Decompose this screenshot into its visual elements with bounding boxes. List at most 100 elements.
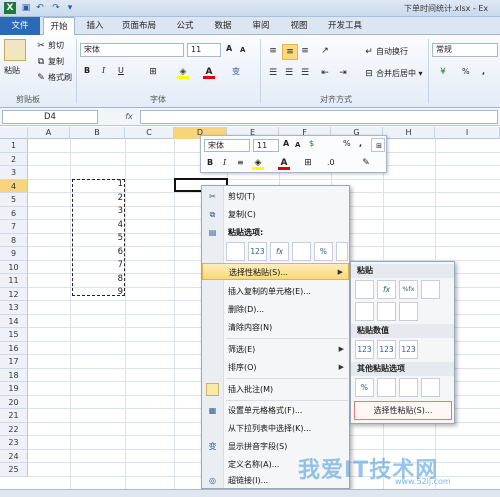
merge-center-button[interactable]: ⊟ 合并后居中 ▾ [362,67,422,81]
formula-input[interactable] [140,110,498,124]
align-right-icon[interactable]: ☰ [298,66,312,80]
menu-item-copy[interactable]: ⧉ 复制(C) [202,206,349,223]
mini-align-button[interactable]: ≡ [237,158,244,167]
row-header[interactable]: 4 [0,179,28,193]
row-header[interactable]: 10 [0,260,28,274]
increase-indent-icon[interactable]: ⇥ [336,66,350,80]
row-header[interactable]: 1 [0,139,28,153]
row-header[interactable]: 18 [0,368,28,382]
paste-icon[interactable] [4,39,26,61]
row-header[interactable]: 3 [0,166,28,180]
row-header[interactable]: 16 [0,341,28,355]
mini-font-select[interactable]: 宋体 [204,139,250,152]
tab-developer[interactable]: 开发工具 [320,17,370,35]
mini-percent-button[interactable]: % [343,139,351,148]
align-center-icon[interactable]: ☰ [282,66,296,80]
row-header[interactable]: 13 [0,301,28,315]
cell-value[interactable]: 6 [70,246,123,259]
menu-item-delete[interactable]: 删除(D)... [202,301,349,318]
font-size-select[interactable]: 11 [187,43,221,57]
mini-fill-color-icon[interactable]: ◈ [251,156,265,170]
paste-values-icon[interactable]: 123 [355,340,374,359]
customize-icon[interactable]: ▾ [64,2,76,14]
cell-value[interactable]: 3 [70,205,123,218]
column-header[interactable]: C [125,127,174,139]
row-header[interactable]: 21 [0,409,28,423]
menu-item-sort[interactable]: 排序(O) ▶ [202,359,349,376]
currency-icon[interactable]: ¥ [436,65,450,79]
wrap-text-button[interactable]: ↵ 自动换行 [362,45,408,59]
paste-option-transpose[interactable] [292,242,311,261]
paste-link-icon[interactable] [377,378,396,397]
paste-keep-source-icon[interactable] [421,280,440,299]
menu-item-paste-special[interactable]: 选择性粘贴(S)... ▶ [202,263,349,280]
select-all-corner[interactable] [0,127,28,139]
menu-item-insert-comment[interactable]: 插入批注(M) [202,381,349,398]
column-header[interactable]: A [28,127,70,139]
row-header[interactable]: 5 [0,193,28,207]
row-header[interactable]: 24 [0,449,28,463]
italic-button[interactable]: I [102,66,105,75]
tab-view[interactable]: 视图 [282,17,316,35]
tab-data[interactable]: 数据 [206,17,240,35]
cell-value[interactable]: 8 [70,273,123,286]
cell-value[interactable]: 2 [70,192,123,205]
mini-grow-font-button[interactable]: A [283,139,289,148]
row-header[interactable]: 25 [0,463,28,477]
row-header[interactable]: 22 [0,422,28,436]
shrink-font-button[interactable]: A [240,46,245,54]
cell-value[interactable]: 4 [70,219,123,232]
column-header[interactable]: B [70,127,125,139]
row-header[interactable]: 2 [0,152,28,166]
cell-value[interactable]: 7 [70,259,123,272]
decrease-indent-icon[interactable]: ⇤ [318,66,332,80]
menu-item-filter[interactable]: 筛选(E) ▶ [202,341,349,358]
tab-page-layout[interactable]: 页面布局 [112,17,166,35]
paste-no-borders-icon[interactable] [355,302,374,321]
cell-value[interactable]: 1 [70,178,123,191]
align-top-icon[interactable]: ≡ [266,44,280,58]
row-header[interactable]: 6 [0,206,28,220]
mini-italic-button[interactable]: I [223,158,226,167]
font-color-button[interactable]: A [202,65,216,79]
paste-formulas-numbers-icon[interactable]: %fx [399,280,418,299]
mini-format-icon[interactable]: ⊞ [371,138,385,152]
row-header[interactable]: 20 [0,395,28,409]
row-header[interactable]: 19 [0,382,28,396]
menu-item-pick-list[interactable]: 从下拉列表中选择(K)... [202,420,349,437]
fill-color-icon[interactable]: ◈ [176,65,190,79]
undo-icon[interactable]: ↶ [34,2,46,14]
menu-item-clear[interactable]: 清除内容(N) [202,319,349,336]
tab-formulas[interactable]: 公式 [168,17,202,35]
align-left-icon[interactable]: ☰ [266,66,280,80]
mini-font-color-button[interactable]: A [277,156,291,170]
row-header[interactable]: 17 [0,355,28,369]
number-format-select[interactable]: 常规 [432,43,498,57]
phonetic-button[interactable]: 变 [232,66,240,77]
tab-file[interactable]: 文件 [0,17,40,35]
bold-button[interactable]: B [84,66,90,75]
menu-item-insert-copied[interactable]: 插入复制的单元格(E)... [202,283,349,300]
name-box[interactable]: D4 [2,110,98,124]
cell-value[interactable]: 9 [70,286,123,299]
column-header[interactable]: H [383,127,435,139]
grow-font-button[interactable]: A [226,44,232,53]
percent-button[interactable]: % [462,67,470,76]
paste-option-default[interactable] [226,242,245,261]
save-icon[interactable]: ▣ [20,2,32,14]
row-header[interactable]: 14 [0,314,28,328]
paste-option-formatting[interactable]: % [314,242,333,261]
cut-button[interactable]: ✂ 剪切 [34,39,64,53]
paste-transpose-icon[interactable] [399,302,418,321]
orientation-icon[interactable]: ↗ [318,44,332,58]
paste-formulas-icon[interactable]: fx [377,280,396,299]
sheet-tab-bar[interactable] [0,489,500,497]
paste-picture-icon[interactable] [399,378,418,397]
font-name-select[interactable]: 宋体 [80,43,184,57]
copy-button[interactable]: ⧉ 复制 [34,55,64,69]
tab-review[interactable]: 审阅 [244,17,278,35]
row-header[interactable]: 12 [0,287,28,301]
mini-shrink-font-button[interactable]: A [295,141,300,149]
row-header[interactable]: 23 [0,436,28,450]
paste-button[interactable]: 粘贴 [4,65,20,76]
